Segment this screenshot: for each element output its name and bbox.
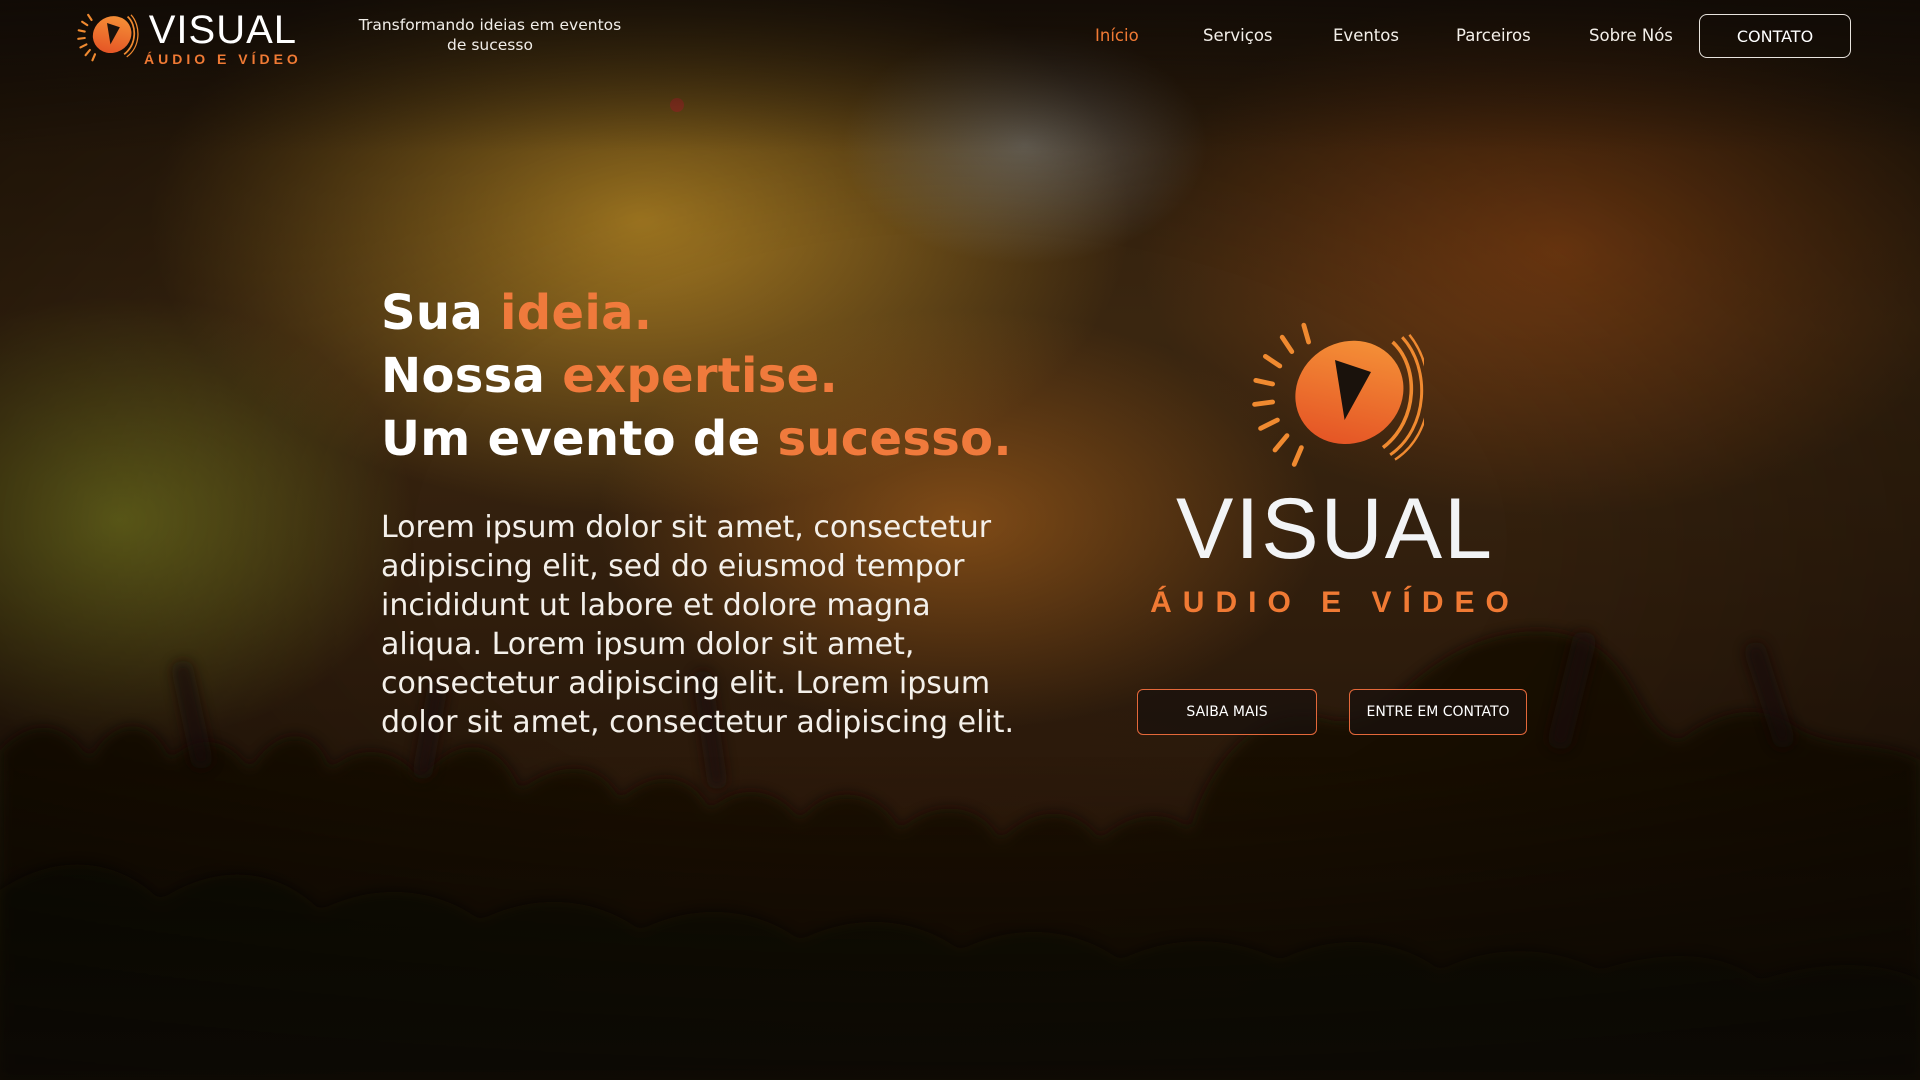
main-nav: Início Serviços Eventos Parceiros Sobre … <box>0 0 1920 75</box>
play-emblem-icon <box>1252 322 1424 467</box>
headline-highlight: ideia. <box>500 285 653 341</box>
hero-headline: Sua ideia. Nossa expertise. Um evento de… <box>381 282 1081 471</box>
brand-name: VISUAL <box>1176 481 1494 577</box>
nav-item-servicos[interactable]: Serviços <box>1203 26 1273 45</box>
nav-item-eventos[interactable]: Eventos <box>1333 26 1399 45</box>
headline-line-3: Um evento de sucesso. <box>381 408 1081 471</box>
nav-item-parceiros[interactable]: Parceiros <box>1456 26 1531 45</box>
headline-text: Nossa <box>381 348 563 404</box>
headline-text: Um evento de <box>381 411 778 467</box>
nav-item-sobre-nos[interactable]: Sobre Nós <box>1589 26 1673 45</box>
headline-line-1: Sua ideia. <box>381 282 1081 345</box>
headline-text: Sua <box>381 285 501 341</box>
learn-more-button[interactable]: SAIBA MAIS <box>1137 689 1317 735</box>
hero-description: Lorem ipsum dolor sit amet, consectetur … <box>381 510 1015 740</box>
hero-logo: VISUAL ÁUDIO E VÍDEO <box>1150 318 1520 628</box>
nav-item-inicio[interactable]: Início <box>1095 26 1139 45</box>
brand-subtitle: ÁUDIO E VÍDEO <box>1150 586 1520 619</box>
get-in-touch-button[interactable]: ENTRE EM CONTATO <box>1349 689 1527 735</box>
headline-highlight: sucesso. <box>777 411 1012 467</box>
headline-line-2: Nossa expertise. <box>381 345 1081 408</box>
contact-button[interactable]: CONTATO <box>1699 14 1851 58</box>
site-header: VISUAL ÁUDIO E VÍDEO Transformando ideia… <box>0 0 1920 75</box>
headline-highlight: expertise. <box>562 348 839 404</box>
